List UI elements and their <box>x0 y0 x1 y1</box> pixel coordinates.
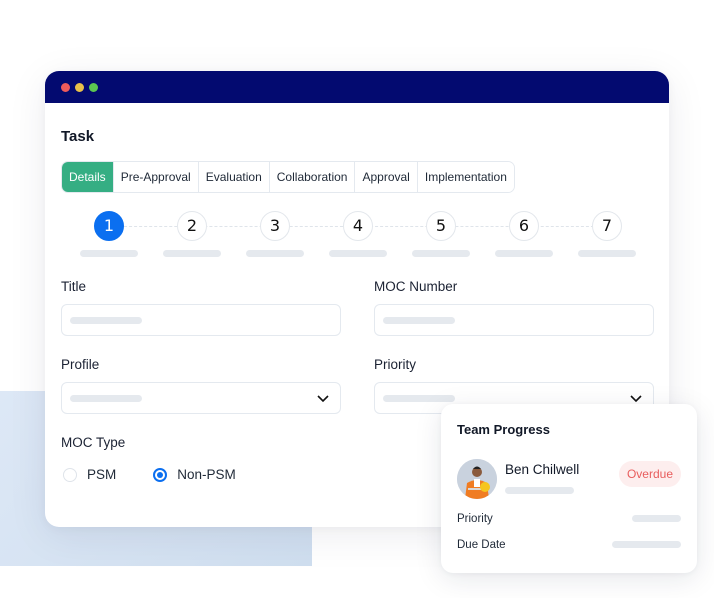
step-label-placeholder <box>163 250 221 257</box>
select-placeholder <box>383 395 455 402</box>
tab-details[interactable]: Details <box>62 162 114 192</box>
input-placeholder <box>70 317 142 324</box>
person-role-placeholder <box>505 487 574 494</box>
step-5[interactable]: 5 <box>411 211 471 257</box>
due-date-value-placeholder <box>612 541 681 548</box>
step-number: 1 <box>94 211 124 241</box>
tab-implementation[interactable]: Implementation <box>417 162 514 192</box>
tab-approval[interactable]: Approval <box>355 162 418 192</box>
step-7[interactable]: 7 <box>577 211 637 257</box>
step-number: 5 <box>426 211 456 241</box>
step-3[interactable]: 3 <box>245 211 305 257</box>
priority-value-placeholder <box>632 515 681 522</box>
radio-option-psm[interactable]: PSM <box>63 467 116 482</box>
status-badge: Overdue <box>618 461 681 487</box>
close-window-icon[interactable] <box>61 83 70 92</box>
step-4[interactable]: 4 <box>328 211 388 257</box>
profile-select[interactable] <box>61 382 341 414</box>
radio-non-psm[interactable] <box>153 467 168 482</box>
tab-evaluation[interactable]: Evaluation <box>198 162 270 192</box>
progress-stepper: 1 2 3 4 5 6 7 <box>79 211 639 261</box>
maximize-window-icon[interactable] <box>89 83 98 92</box>
chevron-down-icon <box>317 395 329 403</box>
step-number: 4 <box>343 211 373 241</box>
radio-label: PSM <box>87 467 117 482</box>
title-label: Title <box>61 279 87 294</box>
priority-row-label: Priority <box>457 513 493 525</box>
step-label-placeholder <box>246 250 304 257</box>
window-titlebar <box>45 71 669 103</box>
minimize-window-icon[interactable] <box>75 83 84 92</box>
step-1[interactable]: 1 <box>79 211 139 257</box>
tab-pre-approval[interactable]: Pre-Approval <box>113 162 199 192</box>
step-number: 6 <box>509 211 539 241</box>
radio-label: Non-PSM <box>177 467 236 482</box>
step-2[interactable]: 2 <box>162 211 222 257</box>
worker-avatar-icon <box>457 459 497 499</box>
step-number: 3 <box>260 211 290 241</box>
step-6[interactable]: 6 <box>494 211 554 257</box>
moc-type-radio-group: PSM Non-PSM <box>63 467 236 482</box>
person-name: Ben Chilwell <box>505 462 580 477</box>
moc-type-label: MOC Type <box>61 435 126 450</box>
due-date-row-label: Due Date <box>457 539 506 551</box>
card-title: Team Progress <box>457 422 550 437</box>
avatar <box>457 459 497 499</box>
tab-collaboration[interactable]: Collaboration <box>269 162 356 192</box>
priority-label: Priority <box>374 357 417 372</box>
step-label-placeholder <box>329 250 387 257</box>
step-label-placeholder <box>80 250 138 257</box>
moc-number-label: MOC Number <box>374 279 458 294</box>
chevron-down-icon <box>630 395 642 403</box>
radio-option-non-psm[interactable]: Non-PSM <box>153 467 236 482</box>
step-number: 7 <box>592 211 622 241</box>
tab-bar: Details Pre-Approval Evaluation Collabor… <box>61 161 515 193</box>
step-label-placeholder <box>495 250 553 257</box>
moc-number-input[interactable] <box>374 304 654 336</box>
select-placeholder <box>70 395 142 402</box>
step-number: 2 <box>177 211 207 241</box>
step-label-placeholder <box>578 250 636 257</box>
profile-label: Profile <box>61 357 100 372</box>
page-title: Task <box>61 128 95 145</box>
input-placeholder <box>383 317 455 324</box>
radio-psm[interactable] <box>63 467 77 482</box>
step-label-placeholder <box>412 250 470 257</box>
title-input[interactable] <box>61 304 341 336</box>
team-progress-card: Team Progress Ben Chilwell Overdue Prior… <box>441 404 697 573</box>
